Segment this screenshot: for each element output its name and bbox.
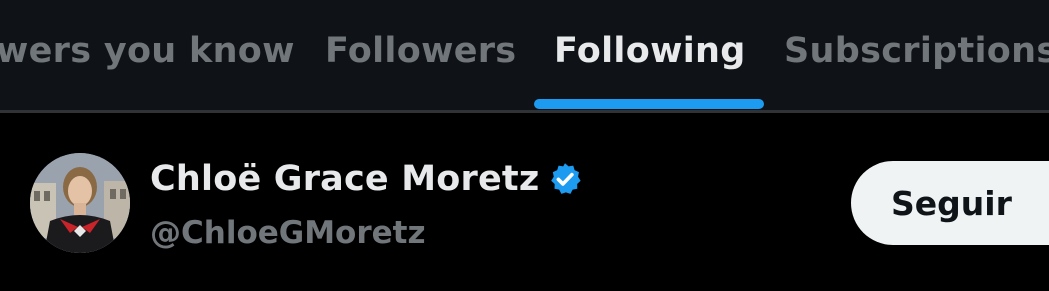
active-tab-indicator bbox=[534, 99, 764, 109]
follow-button[interactable]: Seguir bbox=[851, 161, 1049, 245]
profile-photo-icon bbox=[30, 153, 130, 253]
name-line: Chloë Grace Moretz bbox=[150, 153, 583, 205]
tab-bar: wers you know Followers Following Subscr… bbox=[0, 0, 1049, 110]
tab-subscriptions[interactable]: Subscriptions bbox=[784, 26, 1049, 76]
tab-following[interactable]: Following bbox=[554, 26, 746, 76]
tab-followers[interactable]: Followers bbox=[325, 26, 516, 76]
display-name[interactable]: Chloë Grace Moretz bbox=[150, 159, 539, 199]
user-handle[interactable]: @ChloeGMoretz bbox=[150, 211, 426, 255]
avatar[interactable] bbox=[30, 153, 130, 253]
user-list-item[interactable]: Chloë Grace Moretz @ChloeGMoretz Seguir bbox=[0, 113, 1049, 291]
tab-followers-you-know[interactable]: wers you know bbox=[0, 26, 295, 76]
verified-badge-icon bbox=[547, 161, 583, 197]
